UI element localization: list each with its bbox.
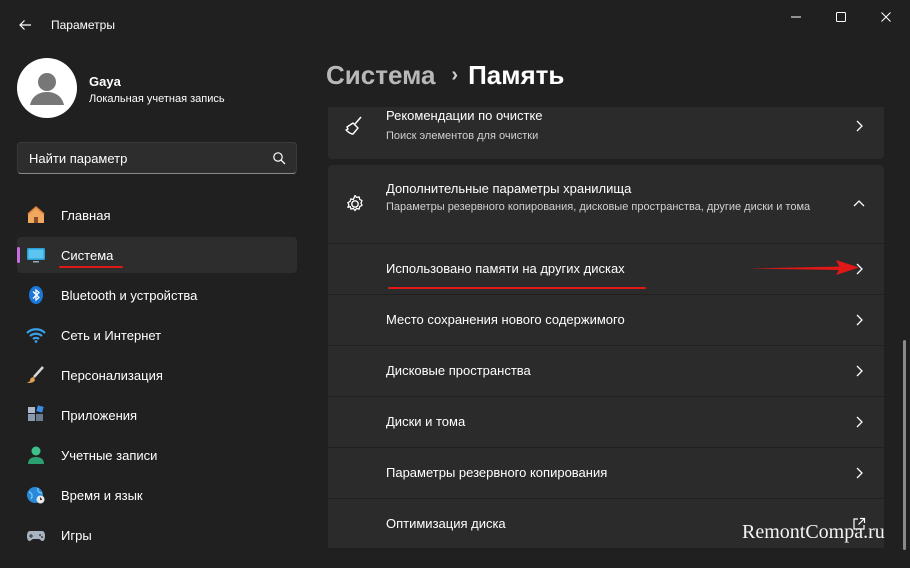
watermark: RemontCompa.ru — [742, 521, 885, 543]
annotation-underline — [388, 287, 646, 289]
maximize-icon — [836, 12, 846, 22]
annotation-underline — [59, 266, 123, 268]
sidebar-item-apps[interactable]: Приложения — [17, 397, 297, 433]
sidebar-item-personalization[interactable]: Персонализация — [17, 357, 297, 393]
card-subtitle: Поиск элементов для очистки — [386, 130, 539, 142]
annotation-arrow-icon — [748, 260, 859, 275]
list-item-label: Использовано памяти на других дисках — [386, 261, 625, 276]
card-title: Рекомендации по очистке — [386, 108, 543, 123]
sidebar-item-accounts[interactable]: Учетные записи — [17, 437, 297, 473]
breadcrumb: Система › Память — [326, 60, 564, 91]
disks-volumes-item[interactable]: Диски и тома — [328, 397, 884, 447]
backup-options-item[interactable]: Параметры резервного копирования — [328, 448, 884, 498]
sidebar-item-home[interactable]: Главная — [17, 197, 297, 233]
list-item-label: Оптимизация диска — [386, 516, 506, 531]
home-icon — [27, 206, 45, 223]
breadcrumb-separator: › — [451, 64, 459, 86]
chevron-right-icon — [856, 467, 863, 479]
sidebar-item-label: Персонализация — [61, 368, 163, 383]
card-title: Дополнительные параметры хранилища — [386, 181, 632, 196]
user-silhouette-icon — [30, 73, 64, 105]
chevron-right-icon — [856, 314, 863, 326]
title-bar: Параметры — [0, 0, 910, 50]
globe-clock-icon — [27, 487, 45, 504]
back-button[interactable] — [12, 12, 38, 38]
wifi-icon — [26, 328, 46, 343]
sidebar-item-label: Игры — [61, 528, 92, 543]
sidebar-item-label: Система — [61, 248, 114, 263]
page-title: Память — [468, 60, 565, 90]
gamepad-icon — [27, 531, 45, 541]
main-content: Рекомендации по очистке Поиск элементов … — [328, 107, 884, 548]
list-item-label: Дисковые пространства — [386, 363, 531, 378]
chevron-up-icon — [853, 200, 865, 207]
minimize-icon — [791, 16, 801, 18]
sidebar-item-label: Главная — [61, 208, 111, 223]
list-item-label: Диски и тома — [386, 414, 466, 429]
search-input[interactable]: Найти параметр — [17, 142, 297, 174]
gear-icon — [347, 194, 363, 212]
minimize-button[interactable] — [773, 4, 819, 30]
user-name: Gaya — [89, 74, 121, 89]
maximize-button[interactable] — [818, 4, 864, 30]
sidebar-item-label: Bluetooth и устройства — [61, 288, 198, 303]
sidebar-item-gaming[interactable]: Игры — [17, 517, 297, 553]
sidebar-item-time-language[interactable]: Время и язык — [17, 477, 297, 513]
sidebar-item-network[interactable]: Сеть и Интернет — [17, 317, 297, 353]
app-title: Параметры — [51, 18, 115, 32]
apps-icon — [28, 405, 44, 421]
brush-icon — [27, 366, 44, 383]
sidebar-item-label: Время и язык — [61, 488, 143, 503]
sidebar-item-label: Учетные записи — [61, 448, 158, 463]
active-indicator — [17, 247, 20, 263]
breadcrumb-parent[interactable]: Система — [326, 60, 435, 90]
close-icon — [881, 12, 891, 22]
search-placeholder: Найти параметр — [29, 151, 128, 166]
monitor-icon — [27, 248, 45, 263]
avatar[interactable] — [17, 58, 77, 118]
storage-spaces-item[interactable]: Дисковые пространства — [328, 346, 884, 396]
back-arrow-icon — [19, 20, 31, 30]
person-icon — [28, 446, 44, 464]
sidebar-item-label: Приложения — [61, 408, 138, 423]
chevron-right-icon — [856, 365, 863, 377]
sidebar-item-label: Сеть и Интернет — [61, 328, 162, 343]
advanced-storage-settings-card[interactable]: Дополнительные параметры хранилища Парам… — [328, 165, 884, 243]
list-item-label: Параметры резервного копирования — [386, 465, 608, 480]
account-type: Локальная учетная запись — [89, 93, 225, 105]
sidebar-item-bluetooth[interactable]: Bluetooth и устройства — [17, 277, 297, 313]
scrollbar[interactable] — [903, 340, 906, 550]
chevron-right-icon — [856, 416, 863, 428]
chevron-right-icon — [856, 120, 863, 132]
new-content-location-item[interactable]: Место сохранения нового содержимого — [328, 295, 884, 345]
bluetooth-icon — [29, 286, 43, 304]
search-icon[interactable] — [272, 151, 286, 165]
list-item-label: Место сохранения нового содержимого — [386, 312, 625, 327]
card-subtitle: Параметры резервного копирования, дисков… — [386, 201, 811, 213]
broom-icon — [345, 116, 362, 135]
cleanup-recommendations-card[interactable]: Рекомендации по очистке Поиск элементов … — [328, 107, 884, 159]
close-button[interactable] — [863, 4, 909, 30]
